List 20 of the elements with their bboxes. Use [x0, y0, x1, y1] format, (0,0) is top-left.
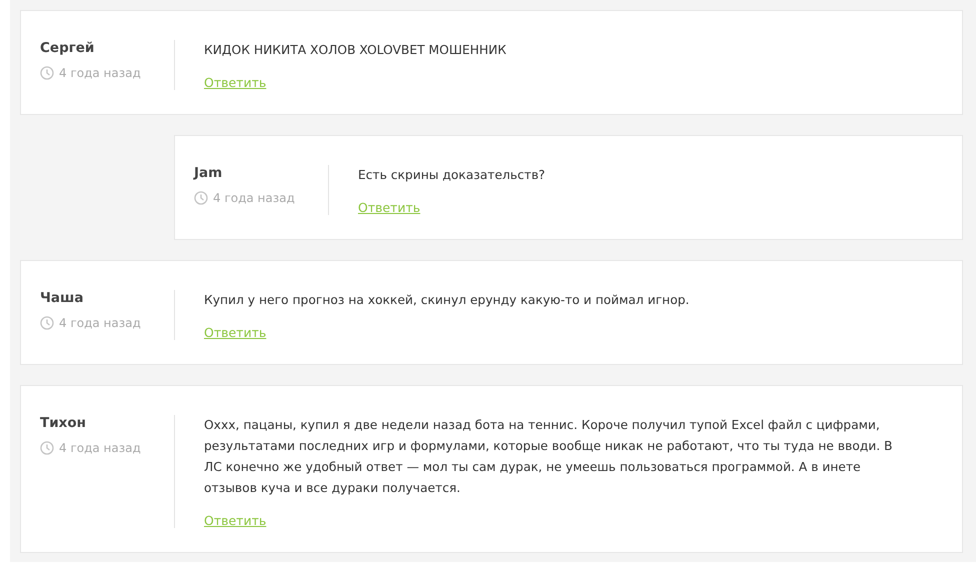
reply-link[interactable]: Ответить: [204, 513, 266, 528]
comment-text: Оххх, пацаны, купил я две недели назад бота на теннис. Короче получил тупой Excel файл с цифрами, результатами последних игр и формулами, которые вообще никак не работают, что ты туда не вводи. В ЛС конечно же удобный ответ — мол ты сам дурак, не умеешь пользоваться программой. А в инете отзывов куча и все дураки получается.: [204, 417, 894, 497]
clock-icon: [40, 66, 54, 80]
reply-link[interactable]: Ответить: [358, 200, 420, 215]
reply-link[interactable]: Ответить: [204, 325, 266, 340]
comment-text: КИДОК НИКИТА ХОЛОВ XOLOVBET МОШЕННИК: [204, 42, 506, 59]
author-name: Сергей: [40, 40, 96, 56]
comment-time: 4 года назад: [213, 191, 295, 205]
author-name: Jam: [194, 165, 224, 181]
reply-link[interactable]: Ответить: [204, 75, 266, 90]
author-name: Тихон: [40, 415, 87, 431]
comment-time: 4 года назад: [59, 66, 141, 80]
comment-time: 4 года назад: [59, 441, 141, 455]
clock-icon: [40, 316, 54, 330]
comment-time: 4 года назад: [59, 316, 141, 330]
clock-icon: [40, 441, 54, 455]
clock-icon: [194, 191, 208, 205]
author-name: Чаша: [40, 290, 84, 306]
comment-text: Купил у него прогноз на хоккей, скинул ерунду какую-то и поймал игнор.: [204, 292, 690, 309]
comment-text: Есть скрины доказательств?: [358, 167, 546, 184]
